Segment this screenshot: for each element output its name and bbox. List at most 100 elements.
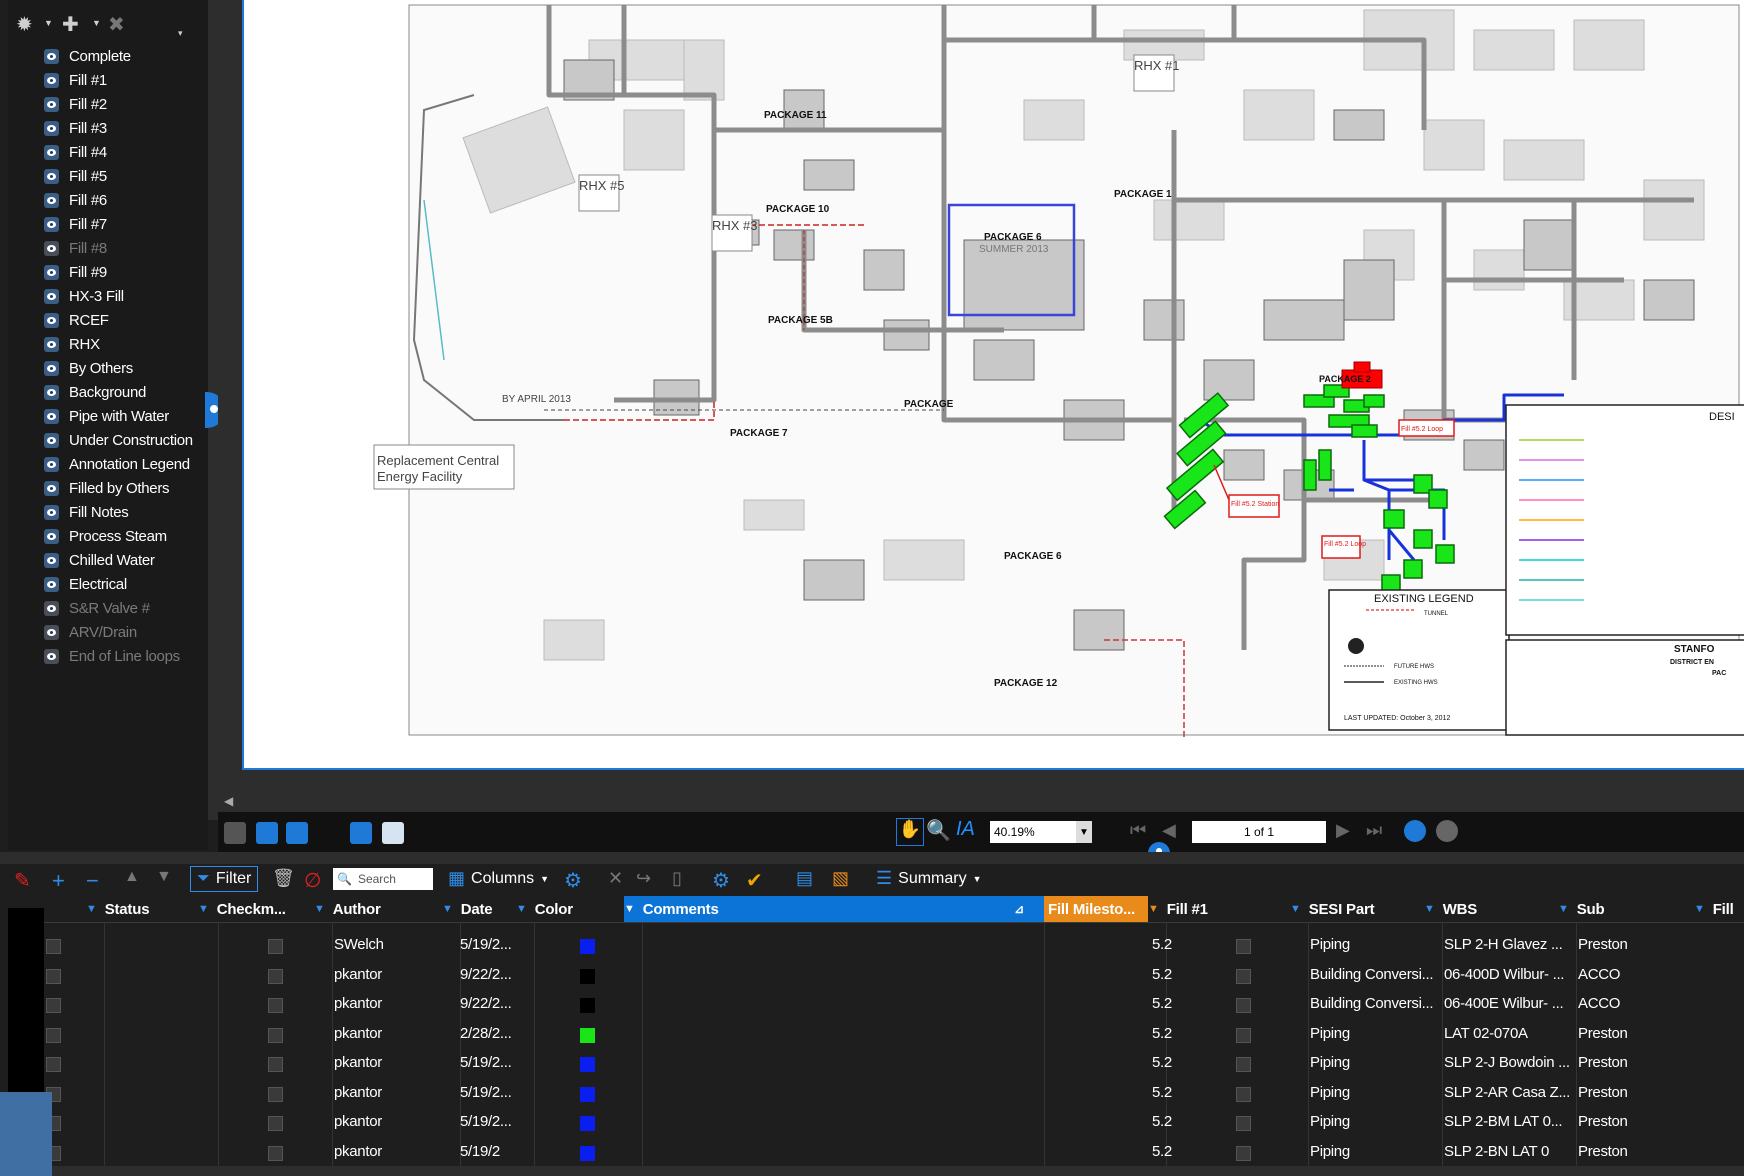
table-row[interactable]: pkantor 5/19/2 Piping SLP 2-BN LAT 0 Preston…: [0, 1137, 1744, 1167]
eye-icon[interactable]: [44, 240, 59, 256]
layer-item[interactable]: Background: [8, 380, 208, 404]
back-view-icon[interactable]: [1404, 820, 1426, 842]
layer-item[interactable]: Annotation Legend: [8, 452, 208, 476]
eye-icon[interactable]: [44, 264, 59, 280]
layer-item[interactable]: Fill #3: [8, 116, 208, 140]
fill-1-checkbox[interactable]: [1236, 1057, 1251, 1072]
column-fill-milestone[interactable]: Fill Milesto...: [1044, 896, 1148, 922]
layer-item[interactable]: RCEF: [8, 308, 208, 332]
checkmark-checkbox[interactable]: [268, 1027, 283, 1043]
layer-item[interactable]: Pipe with Water: [8, 404, 208, 428]
eye-icon[interactable]: [44, 312, 59, 328]
zoom-icon[interactable]: 🔍: [926, 818, 951, 843]
status-checkbox[interactable]: [46, 968, 61, 984]
fill-1-checkbox[interactable]: [1236, 1027, 1251, 1043]
layer-item[interactable]: Complete: [8, 44, 208, 68]
layer-item[interactable]: S&R Valve #: [8, 596, 208, 620]
fill-1-checkbox[interactable]: [1236, 968, 1251, 984]
filter-dropdown-icon[interactable]: ▼: [442, 903, 453, 915]
fill-1-checkbox[interactable]: [1236, 1116, 1251, 1131]
eye-icon[interactable]: [44, 144, 59, 160]
layer-item[interactable]: By Others: [8, 356, 208, 380]
table-row[interactable]: pkantor 5/19/2... Piping SLP 2-J Bowdoin ..…: [0, 1048, 1744, 1078]
filter-dropdown-icon[interactable]: ▼: [198, 903, 209, 915]
table-row[interactable]: pkantor 5/19/2... Piping SLP 2-BM LAT 0... P…: [0, 1107, 1744, 1137]
scroll-left-icon[interactable]: ◀: [224, 794, 233, 808]
table-row[interactable]: pkantor 9/22/2... Building Conversi... 06-4…: [0, 960, 1744, 990]
eye-icon[interactable]: [44, 576, 59, 592]
panel-separator[interactable]: [0, 852, 1744, 864]
actions-gear-icon[interactable]: ⚙: [712, 868, 730, 893]
layer-item[interactable]: Process Steam: [8, 524, 208, 548]
last-page-icon[interactable]: ⏭: [1366, 820, 1382, 841]
filter-dropdown-icon[interactable]: ▼: [1424, 903, 1435, 915]
eye-icon[interactable]: [44, 504, 59, 520]
checkmark-checkbox[interactable]: [268, 998, 283, 1013]
campus-map[interactable]: RHX #1 RHX #5 RHX #3 PACKAGE 1 PACKAGE 6…: [244, 0, 1744, 768]
next-page-icon[interactable]: ▶: [1336, 820, 1350, 841]
summary-button[interactable]: ☰ Summary ▼: [876, 868, 982, 889]
status-checkbox[interactable]: [46, 1057, 61, 1072]
zoom-level-input[interactable]: 40.19%: [990, 821, 1090, 843]
clear-filter-icon[interactable]: ∅: [304, 868, 321, 893]
column-author[interactable]: ▼ Author: [314, 896, 381, 922]
pen-icon[interactable]: ✎: [14, 868, 31, 893]
column-comments[interactable]: ▼ Comments ⊿: [624, 896, 1044, 922]
filter-dropdown-icon[interactable]: ▼: [86, 903, 97, 915]
split-view-icon[interactable]: [382, 822, 404, 844]
page-number-input[interactable]: 1 of 1: [1192, 821, 1326, 843]
layer-item[interactable]: Fill #2: [8, 92, 208, 116]
fill-1-checkbox[interactable]: [1236, 998, 1251, 1013]
home-icon[interactable]: [0, 1092, 52, 1176]
eye-icon[interactable]: [44, 168, 59, 184]
status-icon[interactable]: ▯: [672, 868, 682, 889]
status-checkbox[interactable]: [46, 998, 61, 1013]
first-page-icon[interactable]: ⏮: [1130, 820, 1146, 841]
filter-dropdown-icon[interactable]: ▼: [516, 903, 527, 915]
callout-fill-5-2-station[interactable]: Fill #5.2 Station: [1231, 501, 1279, 508]
move-down-icon[interactable]: ▼: [156, 868, 172, 886]
column-date[interactable]: ▼ Date: [442, 896, 493, 922]
eye-icon[interactable]: [44, 48, 59, 64]
layer-item[interactable]: Electrical: [8, 572, 208, 596]
eye-icon[interactable]: [44, 192, 59, 208]
eye-icon[interactable]: [44, 456, 59, 472]
callout-fill-5-2-loop[interactable]: Fill #5.2 Loop: [1401, 426, 1443, 433]
eye-icon[interactable]: [44, 120, 59, 136]
eye-icon[interactable]: [44, 480, 59, 496]
filter-dropdown-icon[interactable]: ▼: [1148, 903, 1159, 915]
eye-icon[interactable]: [44, 432, 59, 448]
filter-dropdown-icon[interactable]: ▼: [624, 903, 635, 915]
prev-page-icon[interactable]: ◀: [1162, 820, 1176, 841]
table-row[interactable]: SWelch 5/19/2... Piping SLP 2-H Glavez ... P…: [0, 930, 1744, 960]
checkmark-checkbox[interactable]: [268, 1086, 283, 1102]
layer-item[interactable]: ARV/Drain: [8, 620, 208, 644]
column-checkmark[interactable]: ▼ Checkm...: [198, 896, 286, 922]
checkmark-checkbox[interactable]: [268, 939, 283, 954]
filter-dropdown-icon[interactable]: ▼: [1694, 903, 1705, 915]
pan-hand-icon[interactable]: ✋: [896, 818, 924, 846]
layer-item[interactable]: Fill #9: [8, 260, 208, 284]
chevron-down-icon[interactable]: ▼: [44, 18, 53, 28]
horizontal-scrollbar[interactable]: [218, 792, 1744, 812]
expand-icon[interactable]: [350, 822, 372, 844]
column-status[interactable]: ▼ Status: [86, 896, 150, 922]
move-up-icon[interactable]: ▲: [124, 868, 140, 886]
column-fill[interactable]: ▼ Fill: [1694, 896, 1734, 922]
eye-icon[interactable]: [44, 288, 59, 304]
layer-gear-icon[interactable]: ✹: [16, 12, 33, 37]
scroll-down-icon[interactable]: [286, 822, 308, 844]
layer-item[interactable]: Chilled Water: [8, 548, 208, 572]
chevron-down-icon[interactable]: ▼: [92, 18, 101, 28]
search-input[interactable]: 🔍 Search: [333, 868, 433, 890]
checkmark-checkbox[interactable]: [268, 968, 283, 984]
fill-1-checkbox[interactable]: [1236, 1086, 1251, 1102]
table-row[interactable]: pkantor 9/22/2... Building Conversi... 06-4…: [0, 989, 1744, 1019]
column-sesi-part[interactable]: ▼ SESI Part: [1290, 896, 1375, 922]
delete-layer-icon[interactable]: ✖: [108, 12, 125, 37]
column-wbs[interactable]: ▼ WBS: [1424, 896, 1477, 922]
drawing-sheet[interactable]: RHX #1 RHX #5 RHX #3 PACKAGE 1 PACKAGE 6…: [242, 0, 1744, 770]
fill-1-checkbox[interactable]: [1236, 939, 1251, 954]
export-icon[interactable]: ▧: [832, 868, 849, 889]
import-icon[interactable]: ▤: [796, 868, 813, 889]
